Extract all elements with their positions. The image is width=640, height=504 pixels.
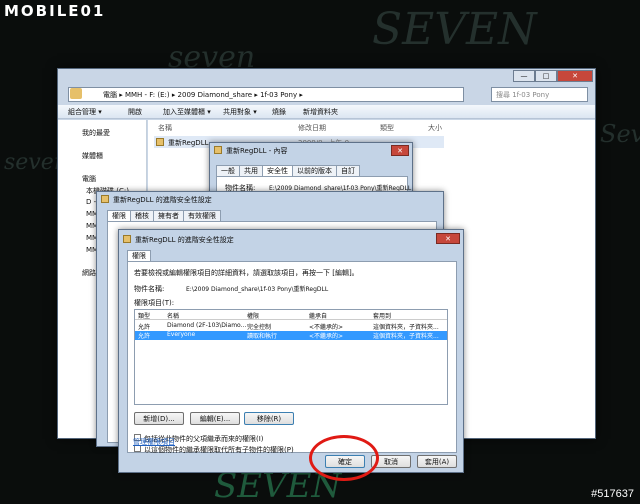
tab-previous-versions[interactable]: 以前的版本 bbox=[292, 165, 337, 176]
folder-icon bbox=[214, 146, 222, 154]
permissions-title: 重新RegDLL 的進階安全性設定 bbox=[135, 236, 234, 244]
edit-button[interactable]: 編輯(E)... bbox=[190, 412, 240, 425]
add-to-library-button[interactable]: 加入至媒體櫃 ▾ bbox=[163, 107, 211, 117]
column-size[interactable]: 大小 bbox=[428, 123, 442, 133]
tab-permissions[interactable]: 權限 bbox=[127, 250, 151, 261]
toolbar: 組合管理 ▾ 開啟 加入至媒體櫃 ▾ 共用對象 ▾ 燒錄 新增資料夾 bbox=[58, 105, 595, 119]
highlight-circle bbox=[309, 435, 379, 481]
nav-network[interactable]: 網路 bbox=[82, 268, 96, 278]
nav-computer[interactable]: 電腦 bbox=[82, 174, 96, 184]
address-bar[interactable]: 電腦 ▸ MMH - F: (E:) ▸ 2009 Diamond_share … bbox=[68, 87, 464, 102]
permissions-tabbar: 權限 bbox=[127, 250, 151, 261]
col-permission[interactable]: 權限 bbox=[247, 311, 259, 320]
row-inherited-from: <不繼承的> bbox=[309, 324, 344, 331]
row-type: 允許 bbox=[138, 324, 151, 331]
permissions-body: 若要檢視或編輯權限項目的詳細資料，請選取該項目，再按一下 [編輯]。 物件名稱:… bbox=[127, 261, 457, 454]
watermark: #517637 bbox=[591, 488, 634, 500]
folder-icon bbox=[101, 195, 109, 203]
file-name: 重新RegDLL bbox=[168, 139, 209, 147]
row-name: Diamond (2F-103\Diamo... bbox=[167, 322, 247, 329]
maximize-icon[interactable]: □ bbox=[535, 70, 557, 82]
instruction-text: 若要檢視或編輯權限項目的詳細資料，請選取該項目，再按一下 [編輯]。 bbox=[134, 269, 359, 277]
column-name[interactable]: 名稱 bbox=[158, 123, 172, 133]
row-apply-to: 這個資料夾，子資料夾... bbox=[373, 324, 439, 331]
apply-button[interactable]: 套用(A) bbox=[417, 455, 457, 468]
table-row-selected[interactable]: 允許 Everyone 讀取和執行 <不繼承的> 這個資料夾，子資料夾... bbox=[135, 331, 447, 340]
open-button[interactable]: 開啟 bbox=[128, 107, 142, 117]
row-permission: 讀取和執行 bbox=[247, 333, 278, 340]
advanced-title: 重新RegDLL 的進階安全性設定 bbox=[113, 196, 212, 204]
permission-entries-table: 類型 名稱 權限 繼承自 套用到 允許 Diamond (2F-103\Diam… bbox=[134, 309, 448, 405]
nav-libraries[interactable]: 媒體櫃 bbox=[82, 151, 103, 161]
file-icon bbox=[156, 138, 164, 146]
row-apply-to: 這個資料夾，子資料夾... bbox=[373, 333, 439, 340]
col-type[interactable]: 類型 bbox=[138, 311, 150, 320]
manage-permissions-link[interactable]: 管理權限項目 bbox=[133, 437, 175, 447]
folder-icon bbox=[70, 88, 82, 99]
remove-button[interactable]: 移除(R) bbox=[244, 412, 294, 425]
row-permission: 完全控制 bbox=[247, 324, 272, 331]
row-name: Everyone bbox=[167, 331, 196, 338]
close-icon[interactable]: ✕ bbox=[557, 70, 593, 82]
background-seven-1: SEVEN bbox=[372, 4, 537, 55]
tab-customize[interactable]: 自訂 bbox=[336, 165, 360, 176]
column-type[interactable]: 類型 bbox=[380, 123, 394, 133]
nav-favorites[interactable]: 我的最愛 bbox=[82, 128, 110, 138]
tab-permissions[interactable]: 權限 bbox=[107, 210, 131, 221]
mobile01-logo: MOBILE01 bbox=[4, 2, 106, 20]
tab-security[interactable]: 安全性 bbox=[262, 165, 293, 176]
window-controls: — □ ✕ bbox=[513, 70, 593, 82]
organize-button[interactable]: 組合管理 ▾ bbox=[68, 107, 102, 117]
background-seven-3: Seven bbox=[600, 120, 640, 148]
folder-icon bbox=[123, 235, 131, 243]
col-apply-to[interactable]: 套用到 bbox=[373, 311, 391, 320]
col-name[interactable]: 名稱 bbox=[167, 311, 179, 320]
permission-entries-dialog: 重新RegDLL 的進階安全性設定 ✕ 權限 若要檢視或編輯權限項目的詳細資料，… bbox=[118, 229, 464, 473]
properties-tabs: 一般 共用 安全性 以前的版本 自訂 bbox=[216, 165, 360, 176]
col-inherited-from[interactable]: 繼承自 bbox=[309, 311, 327, 320]
close-icon[interactable]: ✕ bbox=[391, 145, 409, 156]
table-header: 類型 名稱 權限 繼承自 套用到 bbox=[135, 311, 447, 320]
object-name-label: 物件名稱: bbox=[134, 285, 165, 293]
tab-auditing[interactable]: 稽核 bbox=[130, 210, 154, 221]
tab-sharing[interactable]: 共用 bbox=[239, 165, 263, 176]
share-with-button[interactable]: 共用對象 ▾ bbox=[223, 107, 257, 117]
advanced-tabs: 權限 稽核 擁有者 有效權限 bbox=[107, 210, 221, 221]
search-input[interactable]: 搜尋 1f-03 Pony bbox=[491, 87, 588, 102]
column-date[interactable]: 修改日期 bbox=[298, 123, 326, 133]
tab-owner[interactable]: 擁有者 bbox=[153, 210, 184, 221]
row-inherited-from: <不繼承的> bbox=[309, 333, 344, 340]
new-folder-button[interactable]: 新增資料夾 bbox=[303, 107, 338, 117]
add-button[interactable]: 新增(D)... bbox=[134, 412, 184, 425]
permission-entries-label: 權限項目(T): bbox=[134, 299, 175, 307]
properties-title: 重新RegDLL - 內容 bbox=[226, 147, 288, 155]
tab-general[interactable]: 一般 bbox=[216, 165, 240, 176]
object-name-value: E:\2009 Diamond_share\1f-03 Pony\重新RegDL… bbox=[186, 286, 329, 293]
minimize-icon[interactable]: — bbox=[513, 70, 535, 82]
tab-effective-permissions[interactable]: 有效權限 bbox=[183, 210, 221, 221]
table-row[interactable]: 允許 Diamond (2F-103\Diamo... 完全控制 <不繼承的> … bbox=[135, 322, 447, 331]
row-type: 允許 bbox=[138, 333, 151, 340]
burn-button[interactable]: 燒錄 bbox=[272, 107, 286, 117]
nav-drive-d[interactable]: D - bbox=[86, 198, 96, 206]
close-icon[interactable]: ✕ bbox=[436, 233, 460, 244]
